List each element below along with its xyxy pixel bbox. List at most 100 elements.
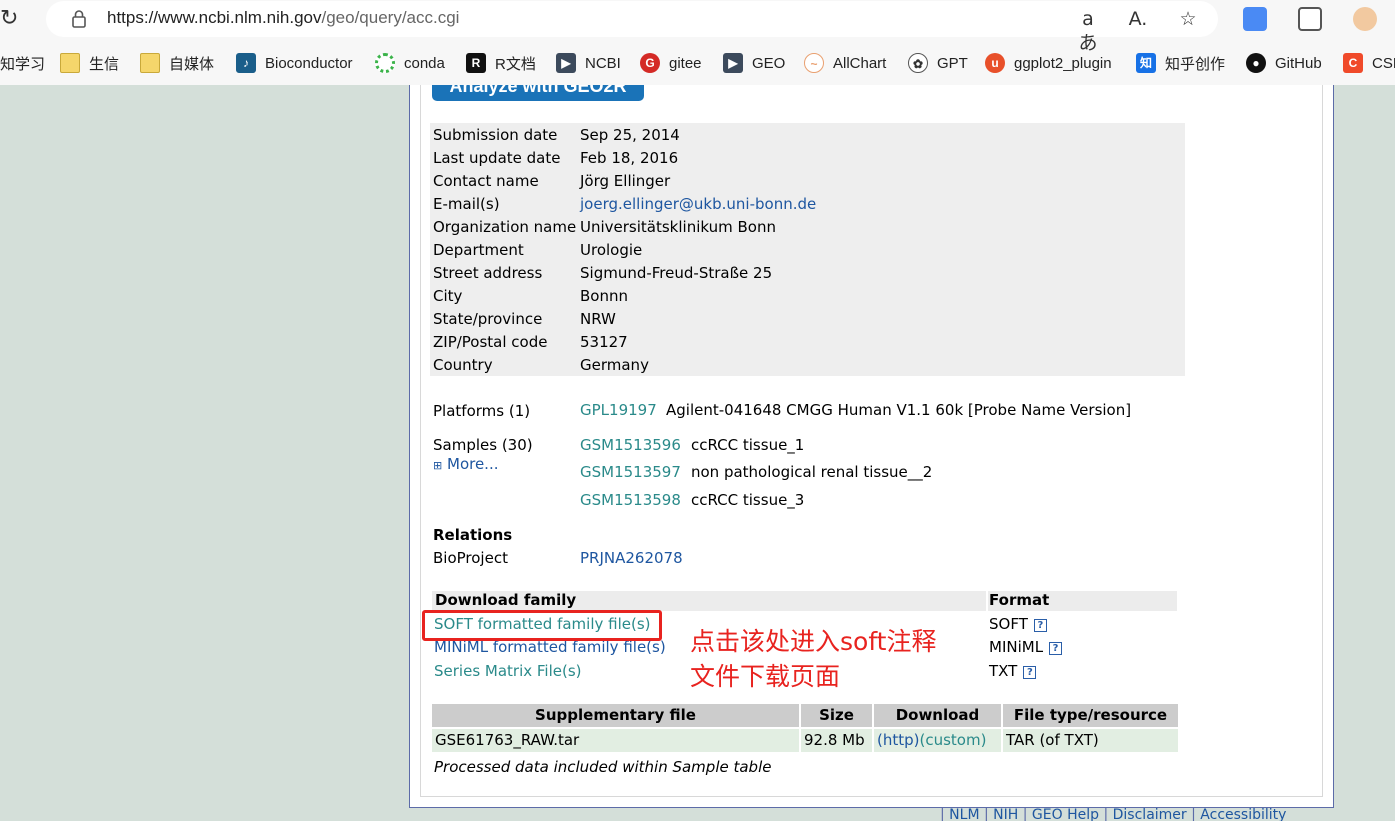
- r-icon: R: [466, 53, 486, 73]
- detail-value: Jörg Ellinger: [580, 172, 671, 190]
- ncbi-icon: ▶: [556, 53, 576, 73]
- format-txt: TXT?: [989, 662, 1037, 680]
- supp-header-type: File type/resource: [1003, 704, 1178, 727]
- read-aloud-icon[interactable]: A.: [1126, 7, 1150, 31]
- detail-label: Department: [433, 241, 524, 259]
- bookmark-item[interactable]: 自媒体: [140, 52, 214, 74]
- http-download-link[interactable]: (http): [877, 731, 920, 749]
- highlight-box: [422, 610, 662, 641]
- supp-file-name: GSE61763_RAW.tar: [432, 729, 799, 752]
- detail-label: Organization name: [433, 218, 577, 236]
- sample-link[interactable]: GSM1513597: [580, 463, 681, 481]
- folder-icon: [60, 53, 80, 73]
- custom-download-link[interactable]: (custom): [920, 731, 987, 749]
- bookmark-label: 生信: [89, 55, 120, 73]
- bookmark-item[interactable]: 生信: [60, 52, 119, 74]
- supp-header-download: Download: [874, 704, 1001, 727]
- format-label: MINiML: [989, 638, 1044, 656]
- detail-label: City: [433, 287, 463, 305]
- bookmark-item[interactable]: ● GitHub: [1246, 52, 1322, 74]
- bookmark-item[interactable]: 知知乎创作: [1136, 52, 1225, 74]
- supp-file-size: 92.8 Mb: [801, 729, 872, 752]
- help-icon[interactable]: ?: [1049, 642, 1063, 655]
- detail-label: E-mail(s): [433, 195, 500, 213]
- bookmark-label: gitee: [669, 54, 702, 72]
- gitee-icon: G: [640, 53, 660, 73]
- supp-header-size: Size: [801, 704, 872, 727]
- sample-link[interactable]: GSM1513596: [580, 436, 681, 454]
- url-text[interactable]: https://www.ncbi.nlm.nih.gov/geo/query/a…: [107, 8, 459, 28]
- sample-title: non pathological renal tissue__2: [691, 463, 933, 481]
- footer-link-disclaimer[interactable]: Disclaimer: [1113, 807, 1187, 821]
- bookmark-item[interactable]: Ggitee: [640, 52, 702, 74]
- bookmark-item[interactable]: ✿ GPT: [908, 52, 968, 74]
- bookmark-item[interactable]: ▶ GEO: [723, 52, 785, 74]
- analyze-geo2r-button[interactable]: Analyze with GEO2R: [432, 85, 644, 101]
- platform-link[interactable]: GPL19197: [580, 401, 657, 419]
- sample-title: ccRCC tissue_1: [691, 436, 805, 454]
- supp-download-cell: (http)(custom): [874, 729, 1001, 752]
- csdn-icon: C: [1343, 53, 1363, 73]
- bookmark-item[interactable]: ▶ NCBI: [556, 52, 621, 74]
- detail-label: Street address: [433, 264, 543, 282]
- allchart-icon: ~: [804, 53, 824, 73]
- help-icon[interactable]: ?: [1033, 619, 1047, 632]
- conda-icon: [375, 53, 395, 73]
- bookmark-label: GitHub: [1275, 54, 1322, 72]
- annotation-line-2: 文件下载页面: [690, 662, 841, 691]
- bookmark-item[interactable]: conda: [375, 52, 445, 74]
- footer-link-nlm[interactable]: NLM: [949, 807, 979, 821]
- sample-link[interactable]: GSM1513598: [580, 491, 681, 509]
- detail-value: Urologie: [580, 241, 643, 259]
- platform-title: Agilent-041648 CMGG Human V1.1 60k [Prob…: [666, 401, 1132, 419]
- bookmark-label: NCBI: [585, 54, 621, 72]
- bookmark-item[interactable]: 知学习: [0, 52, 45, 74]
- footer-link-nih[interactable]: NIH: [993, 807, 1018, 821]
- folder-icon: [140, 53, 160, 73]
- detail-label: Last update date: [433, 149, 561, 167]
- extension-screen-icon[interactable]: [1298, 7, 1322, 31]
- help-icon[interactable]: ?: [1023, 666, 1037, 679]
- bioconductor-icon: ♪: [236, 53, 256, 73]
- samples-more-link[interactable]: ⊞ More...: [433, 455, 499, 473]
- bookmark-item[interactable]: R R文档: [466, 52, 536, 74]
- bookmark-item[interactable]: C CSD: [1343, 52, 1395, 74]
- detail-label: Country: [433, 356, 493, 374]
- detail-value: Bonnn: [580, 287, 628, 305]
- detail-label: Submission date: [433, 126, 558, 144]
- detail-label: ZIP/Postal code: [433, 333, 548, 351]
- footer-link-geo-help[interactable]: GEO Help: [1032, 807, 1099, 821]
- bookmark-item[interactable]: ~ AllChart: [804, 52, 886, 74]
- footer-link-accessibility[interactable]: Accessibility: [1200, 807, 1286, 821]
- bookmark-label: ggplot2_plugin: [1014, 54, 1112, 72]
- supp-header-file: Supplementary file: [432, 704, 799, 727]
- translate-icon[interactable]: aあ: [1074, 7, 1102, 54]
- supp-note: Processed data included within Sample ta…: [434, 758, 772, 776]
- samples-label: Samples (30): [433, 436, 533, 454]
- bookmark-item[interactable]: u ggplot2_plugin: [985, 52, 1112, 74]
- github-icon: ●: [1246, 53, 1266, 73]
- annotation-line-1: 点击该处进入soft注释: [690, 627, 937, 656]
- browser-chrome: ↻ https://www.ncbi.nlm.nih.gov/geo/query…: [0, 0, 1395, 85]
- format-label: TXT: [989, 662, 1018, 680]
- email-link[interactable]: joerg.ellinger@ukb.uni-bonn.de: [580, 195, 816, 213]
- bioproject-link[interactable]: PRJNA262078: [580, 549, 683, 567]
- bookmark-item[interactable]: ♪ Bioconductor: [236, 52, 353, 74]
- sample-title: ccRCC tissue_3: [691, 491, 805, 509]
- detail-value: 53127: [580, 333, 628, 351]
- series-matrix-link[interactable]: Series Matrix File(s): [434, 662, 582, 680]
- bookmark-label: GEO: [752, 54, 786, 72]
- openai-icon: ✿: [908, 53, 928, 73]
- lock-icon[interactable]: [68, 8, 90, 30]
- detail-value: Germany: [580, 356, 649, 374]
- profile-avatar[interactable]: [1353, 7, 1377, 31]
- zhihu-icon: 知: [1136, 53, 1156, 73]
- bookmark-label: 自媒体: [169, 55, 215, 73]
- format-miniml: MINiML?: [989, 638, 1063, 656]
- relations-heading: Relations: [433, 526, 513, 544]
- favorite-star-icon[interactable]: ☆: [1176, 7, 1200, 31]
- detail-label: Contact name: [433, 172, 539, 190]
- footer-links: | NLM | NIH | GEO Help | Disclaimer | Ac…: [940, 807, 1287, 821]
- reload-icon[interactable]: ↻: [0, 6, 26, 32]
- extension-edit-icon[interactable]: [1243, 7, 1267, 31]
